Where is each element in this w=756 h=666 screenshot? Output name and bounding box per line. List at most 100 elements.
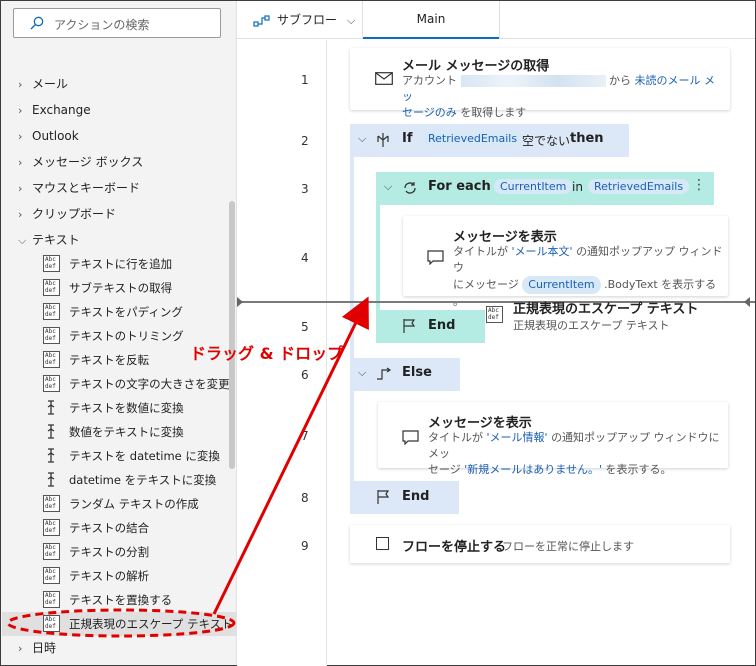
chevron-right-icon: › — [18, 156, 23, 169]
action-item[interactable]: テキストを datetime に変換 — [43, 446, 233, 466]
abc-def-icon: Abc def — [43, 615, 60, 632]
drop-indicator-left-arrow — [237, 297, 243, 307]
abc-def-icon: Abc def — [43, 591, 60, 608]
line-number: 3 — [301, 182, 309, 196]
step-get-email-messages[interactable]: メール メッセージの取得 アカウント から 未読のメール メッ セージのみ を取… — [350, 48, 730, 119]
abc-def-icon: Abc def — [43, 255, 60, 272]
if-end[interactable]: End — [350, 481, 459, 514]
tab-main[interactable]: Main — [362, 1, 500, 39]
subflow-icon — [253, 14, 270, 27]
step-stop-flow[interactable]: フローを停止する フローを正常に停止します — [350, 525, 730, 563]
action-item[interactable]: テキストを数値に変換 — [43, 398, 233, 418]
convert-icon — [47, 472, 55, 487]
step-title: メール メッセージの取得 — [402, 59, 550, 74]
search-placeholder: アクションの検索 — [54, 18, 150, 32]
category-item[interactable]: › メッセージ ボックス — [18, 152, 143, 172]
category-item[interactable]: › クリップボード — [18, 204, 116, 224]
action-item[interactable]: datetime をテキストに変換 — [43, 470, 233, 490]
email-icon — [375, 72, 393, 85]
action-item[interactable]: Abc def テキストに行を追加 — [43, 254, 233, 274]
action-item[interactable]: 数値をテキストに変換 — [43, 422, 233, 442]
message-icon — [427, 250, 444, 265]
foreach-end[interactable]: End — [376, 310, 485, 343]
abc-def-icon: Abc def — [43, 279, 60, 296]
convert-icon — [47, 424, 55, 439]
action-item[interactable]: Abc def テキストを置換する — [43, 590, 233, 610]
line-number: 2 — [301, 134, 309, 148]
step-display-message[interactable]: メッセージを表示 タイトルが 'メール本文' の通知ポップアップ ウィンドウ に… — [403, 216, 728, 308]
actions-scrollbar[interactable] — [229, 201, 235, 469]
search-icon — [30, 16, 44, 30]
abc-def-icon: Abc def — [43, 375, 60, 392]
chevron-down-icon: ⌵ — [347, 14, 356, 27]
step-description: アカウント から 未読のメール メッ セージのみ を取得します — [402, 74, 715, 119]
action-item[interactable]: Abc def テキストをパディング — [43, 302, 233, 322]
stop-icon — [376, 537, 389, 550]
chevron-right-icon: › — [18, 130, 23, 143]
variable-token: RetrievedEmails — [422, 131, 524, 146]
action-item[interactable]: Abc def テキストの分割 — [43, 542, 233, 562]
abc-def-icon: Abc def — [43, 351, 60, 368]
line-number: 7 — [301, 429, 309, 443]
step-display-message-else[interactable]: メッセージを表示 タイトルが 'メール情報' の通知ポップアップ ウィンドウにメ… — [378, 402, 728, 476]
category-item[interactable]: › メール — [18, 74, 68, 94]
loop-icon — [404, 182, 416, 194]
abc-def-icon: Abc def — [43, 303, 60, 320]
foreach-block-rail — [376, 205, 380, 310]
actions-panel: アクションの検索 › メール › Exchange › Outlook › メッセージ ボック… — [1, 1, 237, 665]
abc-def-icon: Abc def — [43, 519, 60, 536]
more-options-icon[interactable]: ⋮ — [692, 177, 706, 193]
drag-preview: Abc def 正規表現のエスケープ テキスト 正規表現のエスケープ テキスト — [486, 302, 699, 332]
collapse-icon[interactable]: ⌵ — [358, 132, 366, 146]
search-input[interactable]: アクションの検索 — [13, 8, 221, 38]
abc-def-icon: Abc def — [43, 567, 60, 584]
drag-drop-label: ドラッグ & ドロップ — [190, 344, 344, 363]
chevron-right-icon: › — [18, 642, 23, 655]
line-number: 1 — [301, 73, 309, 87]
category-item[interactable]: ⌵ テキスト — [18, 230, 80, 250]
line-number: 4 — [301, 251, 309, 265]
subflow-dropdown[interactable]: サブフロー ⌵ — [253, 11, 355, 28]
action-item[interactable]: Abc def テキストの解析 — [43, 566, 233, 586]
flag-icon — [377, 490, 390, 504]
abc-def-icon: Abc def — [43, 543, 60, 560]
foreach-block-header[interactable]: ⌵ For each CurrentItem in RetrievedEmail… — [376, 172, 714, 205]
designer-topbar: サブフロー ⌵ Main — [237, 1, 755, 39]
action-item[interactable]: Abc def テキストの結合 — [43, 518, 233, 538]
line-number: 6 — [301, 368, 309, 382]
abc-def-icon: Abc def — [43, 495, 60, 512]
category-item[interactable]: › Outlook — [18, 126, 79, 146]
line-number: 9 — [301, 539, 309, 553]
line-number: 5 — [301, 320, 309, 334]
action-item[interactable]: Abc def ランダム テキストの作成 — [43, 494, 233, 514]
convert-icon — [47, 448, 55, 463]
category-datetime[interactable]: › 日時 — [18, 638, 56, 658]
action-item[interactable]: Abc def サブテキストの取得 — [43, 278, 233, 298]
variable-token: CurrentItem — [494, 179, 573, 194]
chevron-right-icon: › — [18, 208, 23, 221]
line-number: 8 — [301, 491, 309, 505]
action-item[interactable]: Abc def 正規表現のエスケープ テキスト — [43, 614, 233, 634]
convert-icon — [47, 400, 55, 415]
redacted-account — [460, 75, 606, 87]
else-block-header[interactable]: ⌵ Else — [350, 358, 460, 391]
collapse-icon[interactable]: ⌵ — [358, 366, 366, 380]
if-block-header[interactable]: ⌵ If RetrievedEmails 空でない then — [350, 124, 629, 157]
chevron-right-icon: › — [18, 78, 23, 91]
flag-icon — [403, 319, 416, 333]
if-branch-icon — [377, 133, 389, 147]
action-item[interactable]: Abc def テキストの文字の大きさを変更 — [43, 374, 233, 394]
abc-def-icon: Abc def — [486, 306, 503, 323]
else-branch-icon — [377, 367, 392, 380]
drop-indicator-right-arrow — [744, 297, 750, 307]
chevron-down-icon: ⌵ — [18, 234, 27, 247]
variable-token: RetrievedEmails — [588, 179, 690, 194]
category-item[interactable]: › マウスとキーボード — [18, 178, 140, 198]
chevron-right-icon: › — [18, 182, 23, 195]
if-block-rail — [350, 157, 354, 483]
chevron-right-icon: › — [18, 104, 23, 117]
category-item[interactable]: › Exchange — [18, 100, 91, 120]
abc-def-icon: Abc def — [43, 327, 60, 344]
collapse-icon[interactable]: ⌵ — [384, 180, 392, 194]
message-icon — [402, 430, 419, 445]
